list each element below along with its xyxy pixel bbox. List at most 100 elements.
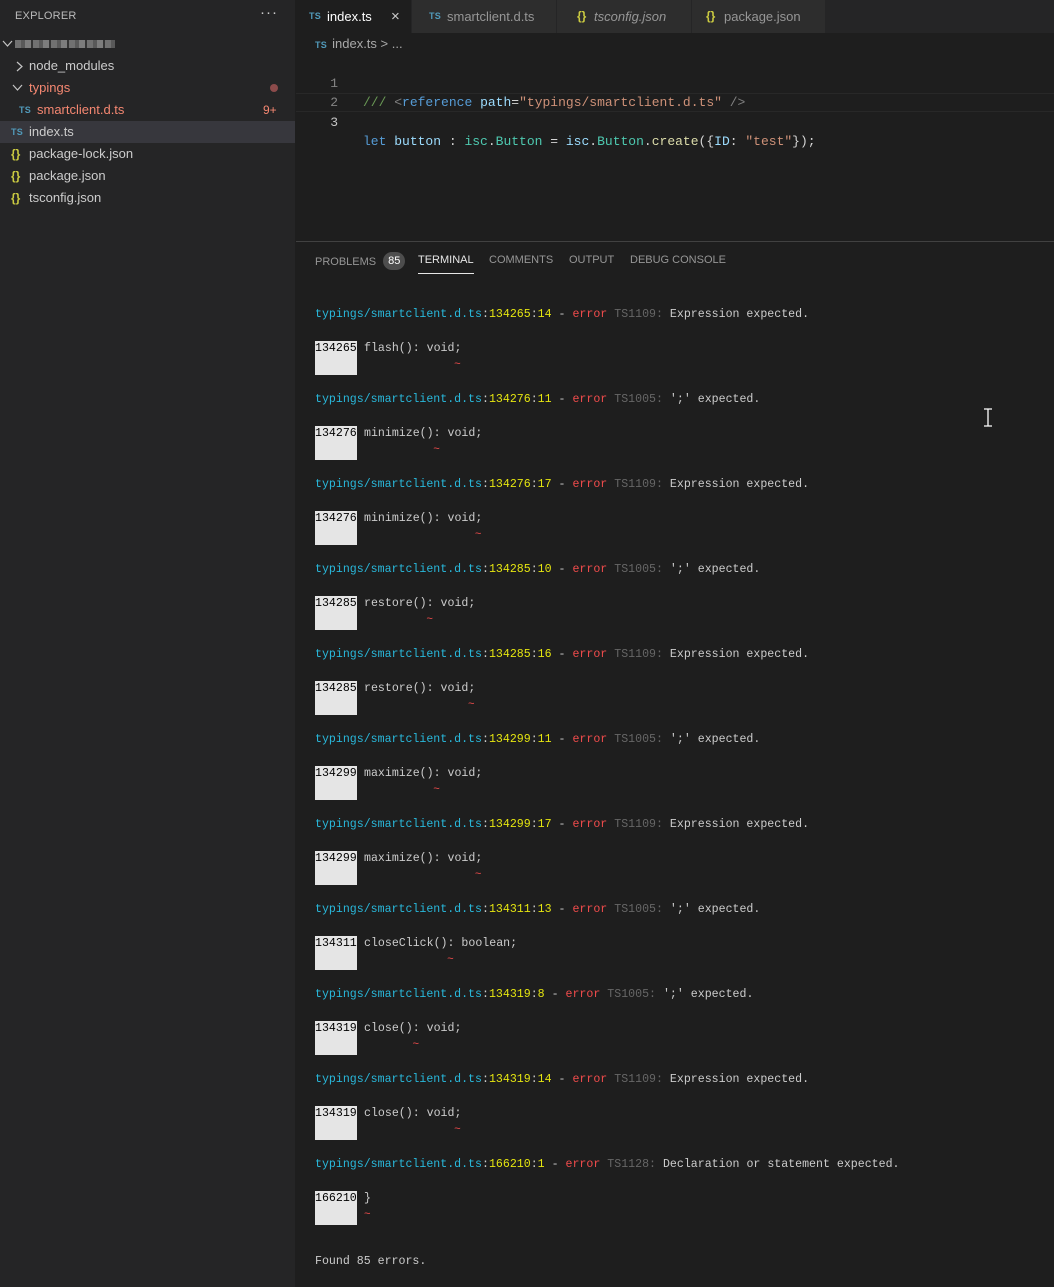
error-file-link[interactable]: typings/smartclient.d.ts: [315, 988, 482, 1001]
source-line-number: 166210: [315, 1192, 357, 1205]
error-column: 1: [537, 1158, 545, 1171]
source-line-number-box: 134265: [315, 341, 357, 375]
error-level: error: [565, 988, 601, 1001]
tab-problems[interactable]: PROBLEMS 85: [315, 252, 406, 271]
error-line: 134285: [488, 563, 531, 576]
tab-comments[interactable]: COMMENTS: [489, 253, 553, 267]
error-code: TS1109:: [614, 478, 663, 491]
close-icon[interactable]: ×: [391, 0, 400, 33]
ellipsis-icon[interactable]: ···: [260, 4, 278, 21]
error-message: ';' expected.: [669, 903, 761, 916]
error-column: 10: [537, 563, 552, 576]
tab-label: tsconfig.json: [594, 9, 667, 24]
source-line-number-box: 134319: [315, 1106, 357, 1140]
tab-tsconfig-json[interactable]: {} tsconfig.json: [557, 0, 692, 33]
error-file-link[interactable]: typings/smartclient.d.ts: [315, 733, 482, 746]
breadcrumb-separator: >: [380, 36, 389, 51]
source-line-number-box: 134311: [315, 936, 357, 970]
tab-label: package.json: [724, 9, 801, 24]
error-code: TS1109:: [614, 308, 663, 321]
source-code: }: [364, 1192, 371, 1205]
source-code: maximize(): void;: [364, 767, 483, 780]
tab-label: index.ts: [327, 9, 372, 24]
json-file-icon: {}: [11, 191, 21, 205]
error-line: 134276: [488, 393, 531, 406]
tab-index-ts[interactable]: TS index.ts ×: [296, 0, 412, 33]
terminal-error-block: typings/smartclient.d.ts:134285:16 - err…: [315, 642, 1045, 727]
typescript-file-icon: TS: [309, 11, 322, 21]
tree-item-label: tsconfig.json: [29, 190, 102, 205]
error-file-link[interactable]: typings/smartclient.d.ts: [315, 903, 482, 916]
panel-tabs: PROBLEMS 85 TERMINAL COMMENTS OUTPUT DEBU…: [296, 242, 1054, 278]
problem-count-badge: 9+: [263, 103, 277, 117]
typescript-file-icon: TS: [19, 105, 32, 115]
breadcrumb-file[interactable]: index.ts: [332, 36, 377, 51]
editor-tab-bar: TS index.ts × TS smartclient.d.ts {} tsc…: [296, 0, 1054, 33]
error-level: error: [572, 818, 608, 831]
error-file-link[interactable]: typings/smartclient.d.ts: [315, 308, 482, 321]
tab-terminal[interactable]: TERMINAL: [418, 253, 474, 274]
error-file-link[interactable]: typings/smartclient.d.ts: [315, 1073, 482, 1086]
error-column: 17: [537, 818, 552, 831]
error-column: 11: [537, 393, 552, 406]
error-message: Expression expected.: [669, 818, 810, 831]
error-file-link[interactable]: typings/smartclient.d.ts: [315, 818, 482, 831]
error-file-link[interactable]: typings/smartclient.d.ts: [315, 563, 482, 576]
source-code: maximize(): void;: [364, 852, 483, 865]
source-line-number: 134285: [315, 682, 357, 695]
error-squiggle-marker: ~: [454, 1124, 461, 1136]
terminal-error-block: typings/smartclient.d.ts:134276:17 - err…: [315, 472, 1045, 557]
typescript-file-icon: TS: [429, 11, 442, 21]
tree-root-folder[interactable]: [0, 33, 295, 55]
error-file-link[interactable]: typings/smartclient.d.ts: [315, 393, 482, 406]
tree-item-smartclient-d-ts[interactable]: TS smartclient.d.ts 9+: [0, 99, 295, 121]
error-line: 166210: [488, 1158, 531, 1171]
error-line: 134299: [488, 733, 531, 746]
line-number: 3: [330, 115, 338, 130]
terminal-error-block: typings/smartclient.d.ts:134299:11 - err…: [315, 727, 1045, 812]
error-dot-icon: [270, 84, 278, 92]
error-header: typings/smartclient.d.ts:134319:14 - err…: [315, 1073, 810, 1086]
tab-package-json[interactable]: {} package.json: [692, 0, 826, 33]
tab-smartclient-d-ts[interactable]: TS smartclient.d.ts: [412, 0, 557, 33]
tree-item-index-ts[interactable]: TS index.ts: [0, 121, 295, 143]
code-editor[interactable]: TS index.ts > ... 1 /// <reference path="…: [296, 33, 1054, 241]
tree-item-node-modules[interactable]: node_modules: [0, 55, 295, 77]
source-line-number: 134276: [315, 427, 357, 440]
error-file-link[interactable]: typings/smartclient.d.ts: [315, 1158, 482, 1171]
error-level: error: [572, 563, 608, 576]
error-header: typings/smartclient.d.ts:134311:13 - err…: [315, 903, 761, 916]
error-level: error: [572, 478, 608, 491]
explorer-header: EXPLORER ···: [0, 0, 295, 33]
root-folder-name-blurred: [15, 40, 115, 48]
error-line: 134276: [488, 478, 531, 491]
error-column: 16: [537, 648, 552, 661]
terminal-output[interactable]: typings/smartclient.d.ts:134265:14 - err…: [315, 302, 1045, 1277]
terminal-error-block: typings/smartclient.d.ts:134276:11 - err…: [315, 387, 1045, 472]
error-file-link[interactable]: typings/smartclient.d.ts: [315, 648, 482, 661]
error-level: error: [572, 903, 608, 916]
error-column: 13: [537, 903, 552, 916]
error-file-link[interactable]: typings/smartclient.d.ts: [315, 478, 482, 491]
error-message: ';' expected.: [662, 988, 754, 1001]
tab-debug-console[interactable]: DEBUG CONSOLE: [630, 253, 726, 267]
breadcrumb-symbol[interactable]: ...: [392, 36, 403, 51]
tree-item-label: node_modules: [29, 58, 115, 73]
source-code: minimize(): void;: [364, 427, 483, 440]
tab-output[interactable]: OUTPUT: [569, 253, 614, 267]
source-line-number: 134276: [315, 512, 357, 525]
error-squiggle-marker: ~: [447, 954, 454, 966]
tree-item-typings[interactable]: typings: [0, 77, 295, 99]
error-code: TS1109:: [614, 818, 663, 831]
source-line-number-box: 134299: [315, 851, 357, 885]
tree-item-tsconfig-json[interactable]: {} tsconfig.json: [0, 187, 295, 209]
tree-item-package-lock-json[interactable]: {} package-lock.json: [0, 143, 295, 165]
error-squiggle-marker: ~: [433, 444, 440, 456]
chevron-right-icon: [14, 55, 26, 77]
error-line: 134299: [488, 818, 531, 831]
error-level: error: [572, 393, 608, 406]
tree-item-label: typings: [29, 80, 71, 95]
source-code: close(): void;: [364, 1022, 462, 1035]
tree-item-package-json[interactable]: {} package.json: [0, 165, 295, 187]
error-line: 134265: [488, 308, 531, 321]
